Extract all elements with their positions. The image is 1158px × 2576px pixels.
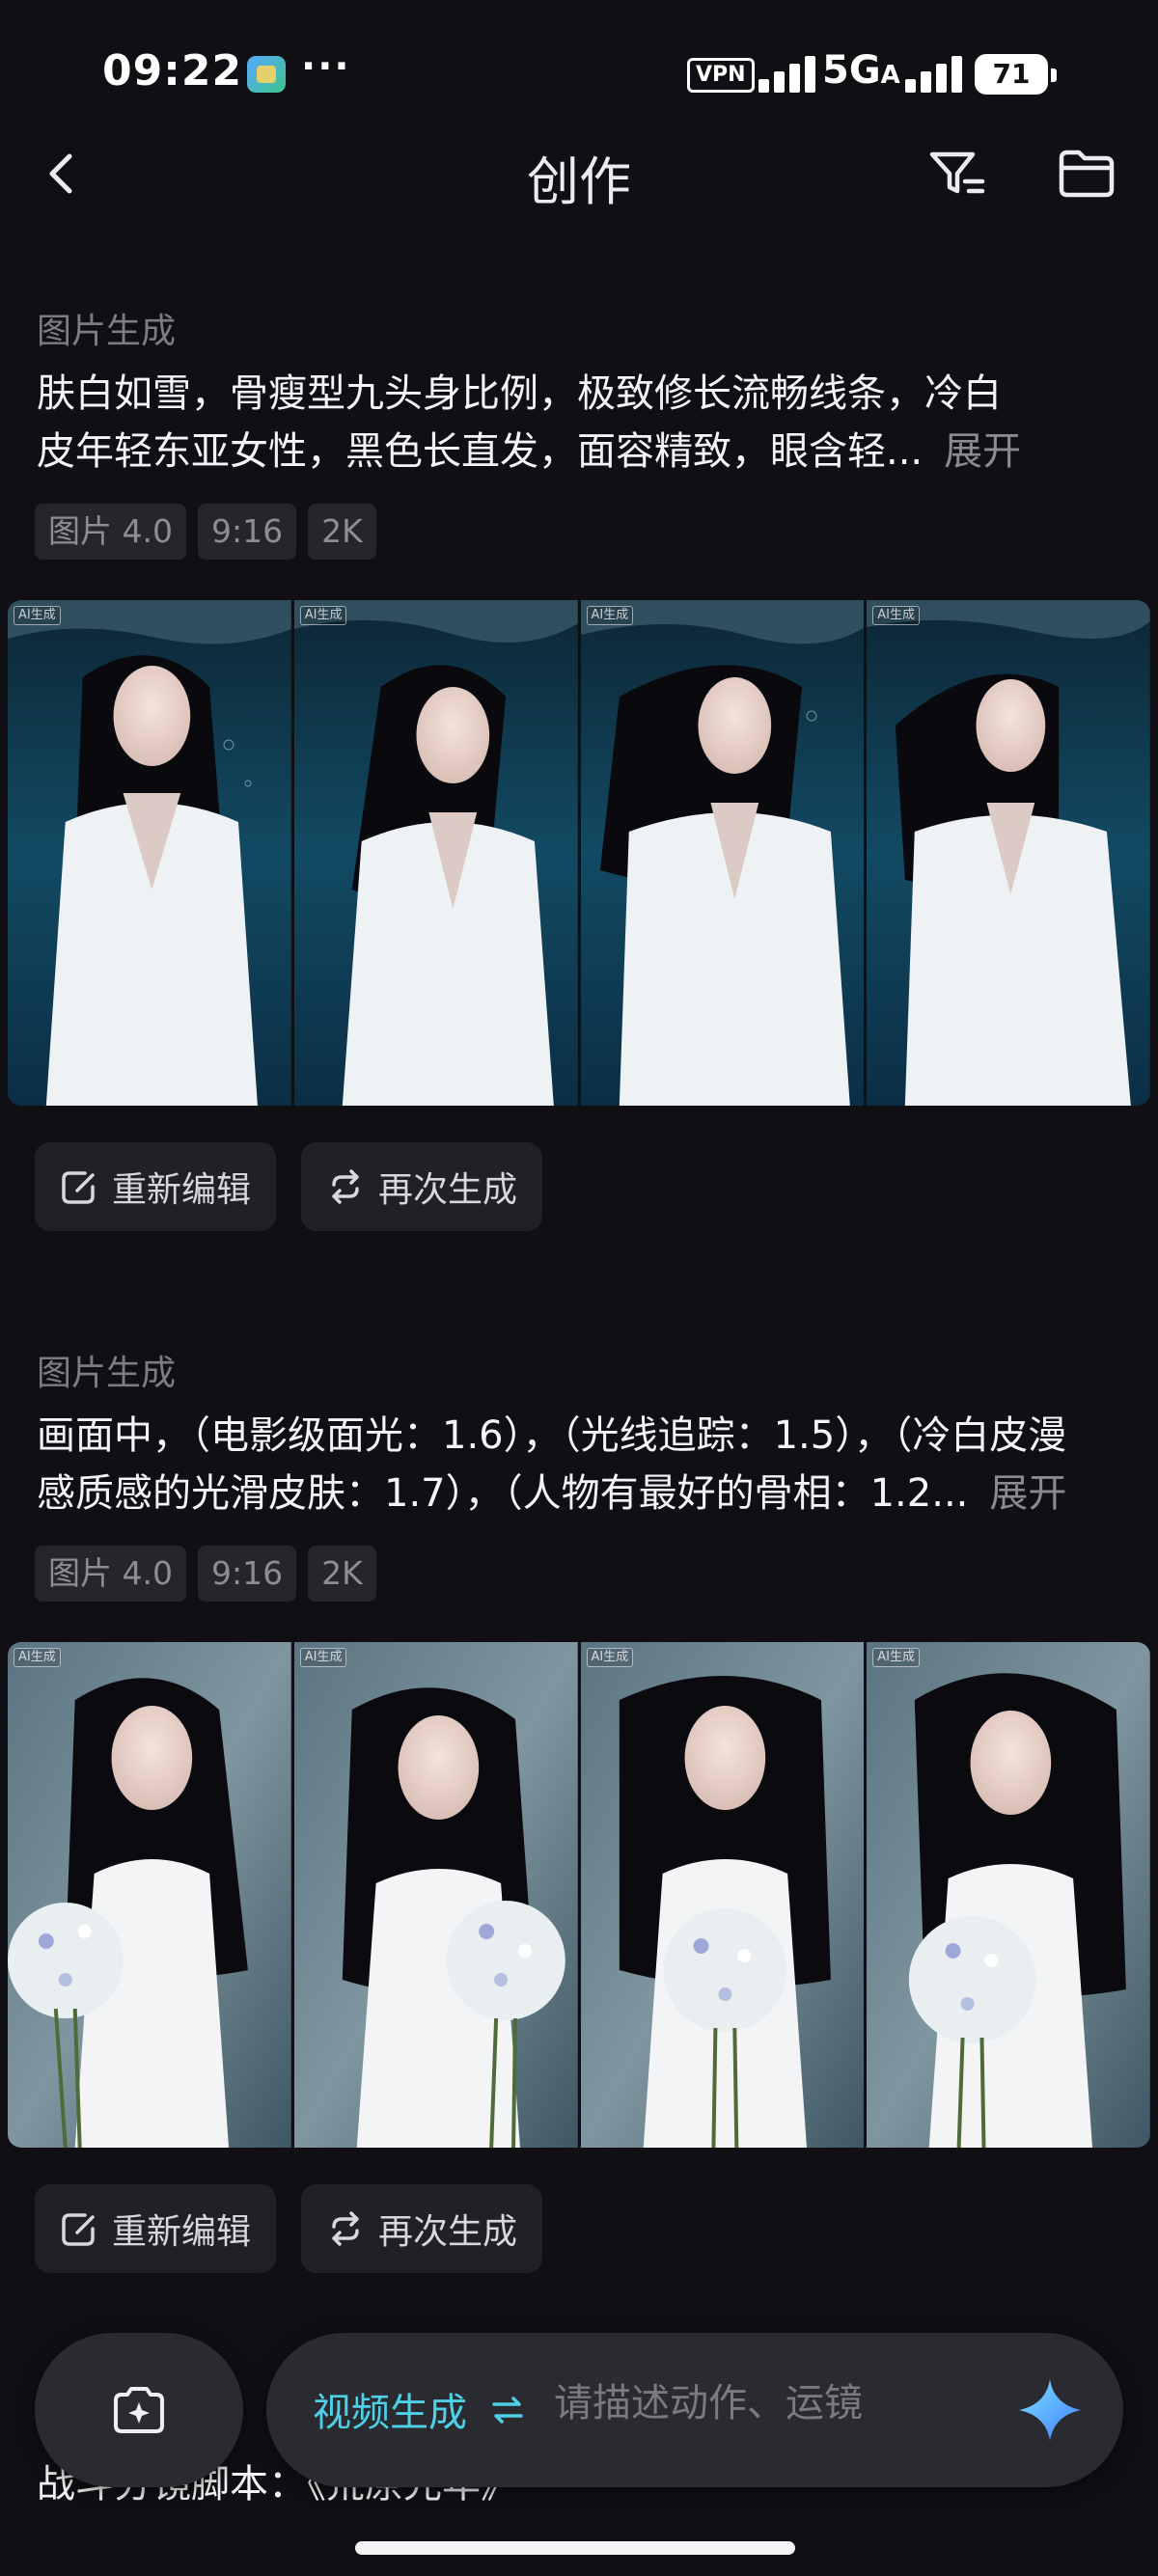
generated-image[interactable]: AI生成: [8, 600, 291, 1106]
expand-link[interactable]: 展开: [989, 1471, 1066, 1516]
prompt-line: 画面中，（电影级面光：1.6），（光线追踪：1.5），（冷白皮漫: [37, 1413, 1067, 1458]
filter-icon[interactable]: [926, 145, 988, 203]
app-notification-icon: [247, 56, 286, 93]
prompt-text[interactable]: 肤白如雪，骨瘦型九头身比例，极致修长流畅线条，冷白 皮年轻东亚女性，黑色长直发，…: [37, 365, 1121, 480]
card-type-label: 图片生成: [37, 1354, 177, 1393]
status-time: 09:22: [102, 46, 243, 96]
image-grid: AI生成 AI生成 AI生成 AI生成: [8, 1642, 1150, 2148]
tag-list: 图片 4.0 9:16 2K: [35, 504, 376, 560]
tag-list: 图片 4.0 9:16 2K: [35, 1546, 376, 1602]
network-type: 5GA: [822, 48, 900, 93]
edit-icon: [62, 1171, 95, 1204]
model-tag: 图片 4.0: [35, 1546, 186, 1602]
ratio-tag: 9:16: [197, 1546, 297, 1602]
prompt-text[interactable]: 画面中，（电影级面光：1.6），（光线追踪：1.5），（冷白皮漫 感质感的光滑皮…: [37, 1407, 1121, 1522]
ai-generated-badge: AI生成: [299, 1648, 347, 1667]
camera-sparkle-icon: [114, 2387, 164, 2433]
status-bar: 09:22 ··· VPN 5GA 71: [0, 0, 1158, 145]
more-notifications-icon: ···: [301, 44, 351, 89]
prompt-line: 肤白如雪，骨瘦型九头身比例，极致修长流畅线条，冷白: [37, 371, 1002, 416]
battery-icon: 71: [975, 54, 1057, 95]
folder-icon[interactable]: [1056, 145, 1117, 203]
generated-image[interactable]: AI生成: [867, 600, 1150, 1106]
generated-image[interactable]: AI生成: [580, 600, 865, 1106]
battery-level: 71: [992, 58, 1031, 90]
vpn-icon: VPN: [687, 58, 755, 93]
refresh-icon: [332, 2211, 359, 2246]
re-edit-label: 重新编辑: [112, 2212, 252, 2252]
image-grid: AI生成 AI生成 AI生成 AI生成: [8, 600, 1150, 1106]
prompt-input[interactable]: [554, 2381, 979, 2425]
generated-image[interactable]: AI生成: [580, 1642, 865, 2148]
signal-icon: [758, 54, 820, 93]
re-edit-button[interactable]: 重新编辑: [35, 2184, 277, 2273]
card-type-label: 图片生成: [37, 312, 177, 351]
generated-image[interactable]: AI生成: [293, 1642, 578, 2148]
prompt-line: 皮年轻东亚女性，黑色长直发，面容精致，眼含轻...: [37, 429, 924, 474]
ai-generated-badge: AI生成: [14, 606, 61, 625]
signal-icon-2: [905, 54, 967, 93]
ai-generated-badge: AI生成: [299, 606, 347, 625]
expand-link[interactable]: 展开: [944, 429, 1021, 474]
top-nav: 创作: [0, 125, 1158, 222]
sparkle-icon[interactable]: [1015, 2375, 1085, 2445]
refresh-icon: [332, 1169, 359, 1204]
regenerate-button[interactable]: 再次生成: [301, 2184, 543, 2273]
prompt-line: 感质感的光滑皮肤：1.7），（人物有最好的骨相：1.2...: [37, 1471, 969, 1516]
regenerate-button[interactable]: 再次生成: [301, 1142, 543, 1231]
swap-icon[interactable]: [486, 2389, 529, 2431]
re-edit-label: 重新编辑: [112, 1170, 252, 1210]
home-indicator[interactable]: [355, 2541, 795, 2555]
model-tag: 图片 4.0: [35, 504, 186, 560]
resolution-tag: 2K: [308, 1546, 376, 1602]
camera-button[interactable]: [35, 2333, 243, 2487]
mode-selector[interactable]: 视频生成: [313, 2381, 467, 2437]
regenerate-label: 再次生成: [378, 2212, 518, 2252]
generated-image[interactable]: AI生成: [293, 600, 578, 1106]
ai-generated-badge: AI生成: [872, 1648, 920, 1667]
ai-generated-badge: AI生成: [586, 1648, 634, 1667]
regenerate-label: 再次生成: [378, 1170, 518, 1210]
resolution-tag: 2K: [308, 504, 376, 560]
card-actions: 重新编辑 再次生成: [35, 1142, 543, 1231]
ai-generated-badge: AI生成: [586, 606, 634, 625]
ai-generated-badge: AI生成: [872, 606, 920, 625]
ai-generated-badge: AI生成: [14, 1648, 61, 1667]
card-actions: 重新编辑 再次生成: [35, 2184, 543, 2273]
re-edit-button[interactable]: 重新编辑: [35, 1142, 277, 1231]
edit-icon: [62, 2213, 95, 2246]
generated-image[interactable]: AI生成: [8, 1642, 291, 2148]
prompt-composer: 视频生成: [266, 2333, 1123, 2487]
ratio-tag: 9:16: [197, 504, 297, 560]
generated-image[interactable]: AI生成: [867, 1642, 1150, 2148]
